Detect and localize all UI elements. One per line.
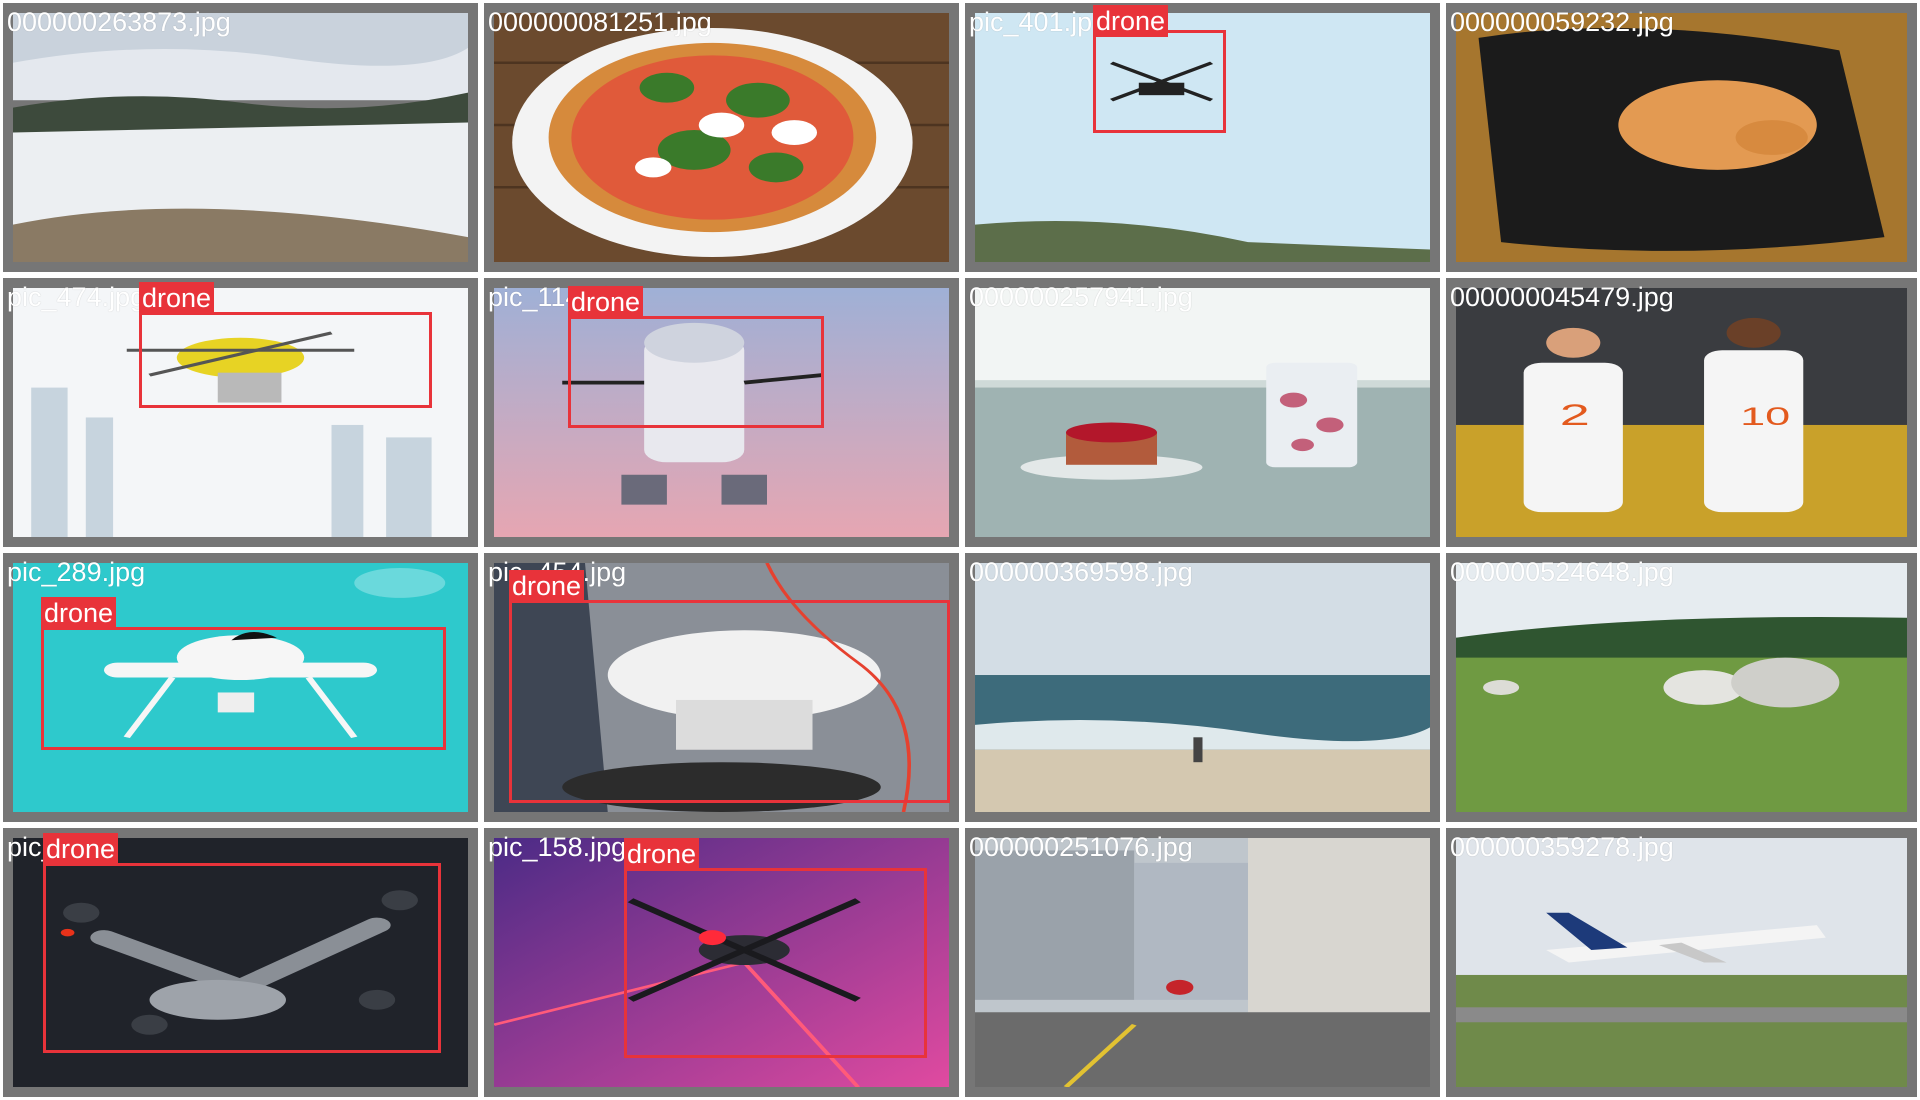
filename-label: 000000251076.jpg [969,832,1193,862]
beach-image [975,563,1430,812]
tile-1[interactable]: 000000263873.jpg [0,0,481,275]
class-label: drone [1093,5,1169,37]
mug-and-tart-image [975,288,1430,537]
filename-label: 000000369598.jpg [969,557,1193,587]
detection-box [1093,30,1226,133]
filename-label: pic_158.jpg [488,832,627,862]
street-image [975,838,1430,1087]
filename-label: 000000257941.jpg [969,282,1193,312]
tile-7[interactable]: 000000257941.jpg [962,275,1443,550]
detection-box [41,627,446,750]
sheep-field-image [1456,563,1907,812]
filename-label: 000000524648.jpg [1450,557,1674,587]
tile-6[interactable]: pic_1147.jpg drone [481,275,962,550]
cat-in-bag-image [1456,13,1907,262]
svg-text:2: 2 [1560,398,1590,431]
filename-label: pic_474.jpg [7,282,146,312]
detection-box [509,600,950,803]
class-label: drone [41,597,117,629]
tile-9[interactable]: pic_289.jpg drone [0,550,481,825]
tile-4[interactable]: 000000059232.jpg [1443,0,1920,275]
tile-12[interactable]: 000000524648.jpg [1443,550,1920,825]
airplane-image [1456,838,1907,1087]
filename-label: 000000081251.jpg [488,7,712,37]
class-label: drone [43,833,119,865]
snowy-hillside-image [13,13,468,262]
class-label: drone [509,570,585,602]
detection-box [43,863,441,1053]
tile-3[interactable]: pic_401.jpg drone [962,0,1443,275]
detection-box [624,868,927,1058]
tile-15[interactable]: 000000251076.jpg [962,825,1443,1100]
filename-label: pic_289.jpg [7,557,146,587]
baseball-players-image: 2 10 [1456,288,1907,537]
filename-label: 000000263873.jpg [7,7,231,37]
detection-box [139,312,432,408]
class-label: drone [624,838,700,870]
svg-text:10: 10 [1740,402,1790,430]
class-label: drone [568,286,644,318]
tile-2[interactable]: 000000081251.jpg [481,0,962,275]
tile-8[interactable]: 2 10 000000045479.jpg [1443,275,1920,550]
class-label: drone [139,282,215,314]
filename-label: 000000045479.jpg [1450,282,1674,312]
pizza-image [494,13,949,262]
tile-13[interactable]: pic_...jpg drone [0,825,481,1100]
filename-label: 000000359278.jpg [1450,832,1674,862]
filename-label: pic_401.jpg [969,7,1108,37]
tile-16[interactable]: 000000359278.jpg [1443,825,1920,1100]
tile-14[interactable]: pic_158.jpg drone [481,825,962,1100]
detection-box [568,316,824,428]
tile-5[interactable]: pic_474.jpg drone [0,275,481,550]
tile-10[interactable]: pic_454.jpg drone [481,550,962,825]
filename-label: 000000059232.jpg [1450,7,1674,37]
tile-11[interactable]: 000000369598.jpg [962,550,1443,825]
image-grid: 000000263873.jpg 000000081251.jpg pic_40 [0,0,1920,1100]
